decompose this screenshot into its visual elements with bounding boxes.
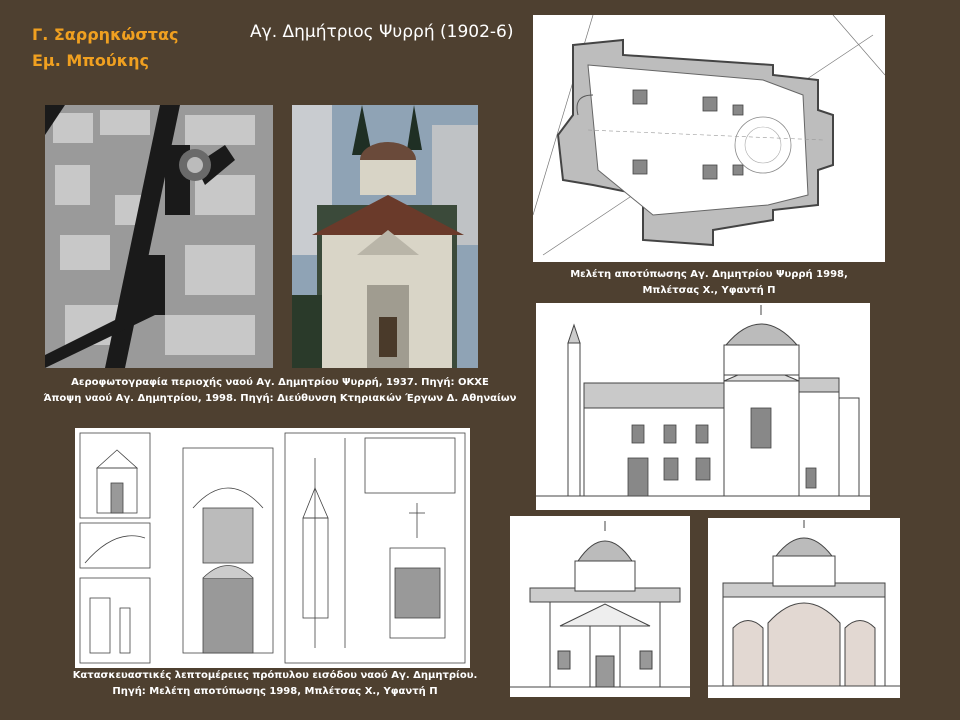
author-1: Γ. Σαρρηκώστας — [32, 25, 179, 44]
photo-caption-line-2: Άποψη ναού Αγ. Δημητρίου, 1998. Πηγή: Δι… — [43, 393, 517, 404]
details-caption: Κατασκευαστικές λεπτομέρειες πρόπυλου ει… — [60, 668, 490, 700]
side-elevation-drawing — [536, 303, 870, 510]
details-caption-line-2: Πηγή: Μελέτη αποτύπωσης 1998, Μπλέτσας Χ… — [112, 686, 438, 697]
plan-caption-line-2: Μπλέτσας Χ., Υφαντή Π — [642, 285, 776, 296]
floor-plan-drawing — [533, 15, 885, 262]
author-2: Εμ. Μπούκης — [32, 51, 149, 70]
church-photo — [292, 105, 478, 368]
aerial-photo — [45, 105, 273, 368]
front-elevation-drawing — [510, 516, 690, 697]
details-caption-line-1: Κατασκευαστικές λεπτομέρειες πρόπυλου ει… — [72, 670, 478, 681]
slide-title: Αγ. Δημήτριος Ψυρρή (1902-6) — [250, 22, 514, 42]
plan-caption-line-1: Μελέτη αποτύπωσης Αγ. Δημητρίου Ψυρρή 19… — [570, 269, 848, 280]
photo-caption-line-1: Αεροφωτογραφία περιοχής ναού Αγ. Δημητρί… — [71, 377, 489, 388]
section-drawing — [708, 518, 900, 698]
plan-caption: Μελέτη αποτύπωσης Αγ. Δημητρίου Ψυρρή 19… — [533, 267, 885, 299]
photo-caption: Αεροφωτογραφία περιοχής ναού Αγ. Δημητρί… — [40, 375, 520, 407]
propylon-details-drawing — [75, 428, 470, 668]
